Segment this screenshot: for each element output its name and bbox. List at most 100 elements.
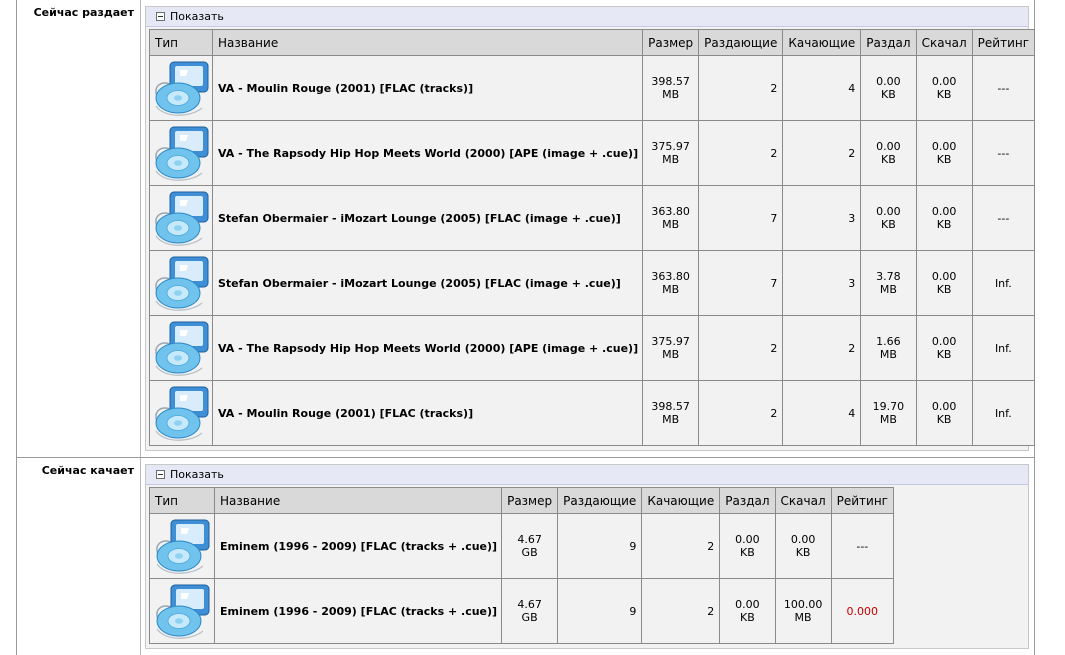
torrent-name-link[interactable]: Eminem (1996 - 2009) [FLAC (tracks + .cu…	[220, 605, 497, 618]
table-row[interactable]: Stefan Obermaier - iMozart Lounge (2005)…	[149, 185, 1036, 251]
seeders-cell: 2	[698, 315, 784, 381]
column-header-uploaded[interactable]: Раздал	[860, 29, 917, 56]
torrent-name-link[interactable]: VA - The Rapsody Hip Hop Meets World (20…	[218, 147, 638, 160]
table-row[interactable]: VA - Moulin Rouge (2001) [FLAC (tracks)]…	[149, 380, 1036, 446]
torrent-name-cell: VA - The Rapsody Hip Hop Meets World (20…	[211, 315, 644, 381]
column-header-type[interactable]: Тип	[149, 487, 215, 514]
toggle-label[interactable]: Показать	[170, 468, 224, 481]
uploaded-cell: 1.66 MB	[860, 315, 917, 381]
uploaded-cell: 0.00 KB	[719, 513, 776, 579]
ipod-music-icon	[150, 188, 212, 248]
seeders-count: 2	[770, 406, 778, 420]
column-separator	[140, 0, 141, 457]
column-separator	[140, 458, 141, 655]
table-row[interactable]: VA - Moulin Rouge (2001) [FLAC (tracks)]…	[149, 55, 1036, 121]
column-header-name[interactable]: Название	[211, 29, 644, 56]
size-value: 398.57	[651, 400, 690, 413]
size-cell: 375.97 MB	[642, 315, 700, 381]
uploaded-unit: MB	[879, 283, 897, 296]
column-header-seeders[interactable]: Раздающие	[698, 29, 784, 56]
rating-value: 0.000	[846, 604, 879, 618]
column-header-type[interactable]: Тип	[149, 29, 213, 56]
torrent-name-link[interactable]: VA - Moulin Rouge (2001) [FLAC (tracks)]	[218, 407, 473, 420]
ipod-music-icon	[150, 516, 214, 576]
downloaded-cell: 0.00 KB	[915, 250, 973, 316]
column-header-downloaded[interactable]: Скачал	[774, 487, 832, 514]
size-cell: 375.97 MB	[642, 120, 700, 186]
size-cell: 398.57 MB	[642, 55, 700, 121]
torrent-name-cell: Eminem (1996 - 2009) [FLAC (tracks + .cu…	[213, 578, 503, 644]
column-header-leechers[interactable]: Качающие	[782, 29, 862, 56]
downloaded-value: 0.00	[790, 533, 816, 546]
torrent-name-link[interactable]: Stefan Obermaier - iMozart Lounge (2005)…	[218, 277, 621, 290]
table-row[interactable]: Eminem (1996 - 2009) [FLAC (tracks + .cu…	[149, 513, 894, 579]
column-header-downloaded[interactable]: Скачал	[915, 29, 973, 56]
size-unit: MB	[662, 283, 680, 296]
column-header-name[interactable]: Название	[213, 487, 503, 514]
torrent-name-cell: Stefan Obermaier - iMozart Lounge (2005)…	[211, 250, 644, 316]
type-cell	[149, 513, 215, 579]
table-row[interactable]: Eminem (1996 - 2009) [FLAC (tracks + .cu…	[149, 578, 894, 644]
uploaded-unit: KB	[881, 218, 896, 231]
type-cell	[149, 315, 213, 381]
uploaded-unit: KB	[740, 611, 755, 624]
section-separator	[16, 457, 1035, 458]
leeching-toggle[interactable]: Показать	[146, 465, 1028, 485]
torrent-name-cell: VA - The Rapsody Hip Hop Meets World (20…	[211, 120, 644, 186]
seeders-cell: 9	[557, 513, 643, 579]
seeders-count: 9	[629, 604, 637, 618]
uploaded-cell: 0.00 KB	[860, 55, 917, 121]
downloaded-value: 100.00	[783, 598, 823, 611]
downloaded-cell: 0.00 KB	[774, 513, 832, 579]
collapse-icon[interactable]	[156, 470, 165, 479]
uploaded-cell: 0.00 KB	[860, 120, 917, 186]
seeding-table: Тип Название Размер Раздающие Качающие Р…	[149, 29, 1036, 446]
column-header-rating[interactable]: Рейтинг	[971, 29, 1036, 56]
seeders-count: 9	[629, 539, 637, 553]
table-row[interactable]: VA - The Rapsody Hip Hop Meets World (20…	[149, 315, 1036, 381]
downloaded-value: 0.00	[931, 270, 957, 283]
uploaded-unit: KB	[740, 546, 755, 559]
column-header-rating[interactable]: Рейтинг	[830, 487, 894, 514]
torrent-name-link[interactable]: Stefan Obermaier - iMozart Lounge (2005)…	[218, 212, 621, 225]
rating-value: Inf.	[994, 406, 1012, 420]
downloaded-value: 0.00	[931, 335, 957, 348]
downloaded-unit: KB	[936, 348, 952, 361]
ipod-music-icon	[150, 383, 212, 443]
table-row[interactable]: VA - The Rapsody Hip Hop Meets World (20…	[149, 120, 1036, 186]
uploaded-value: 0.00	[735, 533, 760, 546]
leechers-cell: 4	[782, 380, 862, 446]
leechers-count: 3	[848, 276, 856, 290]
toggle-label[interactable]: Показать	[170, 10, 224, 23]
rating-cell: ---	[830, 513, 894, 579]
seeders-count: 7	[770, 276, 778, 290]
column-header-leechers[interactable]: Качающие	[641, 487, 721, 514]
collapse-icon[interactable]	[156, 12, 165, 21]
downloaded-cell: 0.00 KB	[915, 380, 973, 446]
ipod-music-icon	[150, 123, 212, 183]
size-unit: MB	[662, 88, 680, 101]
torrent-name-link[interactable]: VA - The Rapsody Hip Hop Meets World (20…	[218, 342, 638, 355]
leechers-cell: 3	[782, 250, 862, 316]
seeders-cell: 9	[557, 578, 643, 644]
leechers-count: 4	[848, 81, 856, 95]
column-header-size[interactable]: Размер	[501, 487, 559, 514]
rating-cell: ---	[971, 185, 1036, 251]
downloaded-unit: KB	[936, 218, 952, 231]
type-cell	[149, 380, 213, 446]
column-header-size[interactable]: Размер	[642, 29, 700, 56]
leeching-panel: Показать Тип Название Размер Раздающие К…	[145, 464, 1029, 649]
torrent-name-link[interactable]: Eminem (1996 - 2009) [FLAC (tracks + .cu…	[220, 540, 497, 553]
downloaded-cell: 100.00 MB	[774, 578, 832, 644]
column-header-uploaded[interactable]: Раздал	[719, 487, 776, 514]
column-header-seeders[interactable]: Раздающие	[557, 487, 643, 514]
downloaded-unit: MB	[794, 611, 812, 624]
rating-cell: 0.000	[830, 578, 894, 644]
seeding-toggle[interactable]: Показать	[146, 7, 1028, 27]
table-header-row: Тип Название Размер Раздающие Качающие Р…	[149, 487, 894, 514]
table-row[interactable]: Stefan Obermaier - iMozart Lounge (2005)…	[149, 250, 1036, 316]
torrent-name-link[interactable]: VA - Moulin Rouge (2001) [FLAC (tracks)]	[218, 82, 473, 95]
size-value: 4.67	[517, 533, 542, 546]
leechers-count: 2	[707, 604, 715, 618]
type-cell	[149, 120, 213, 186]
